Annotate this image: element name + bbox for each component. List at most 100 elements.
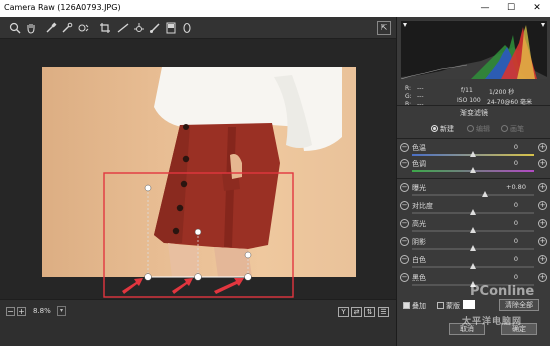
toolbar: ⇱ (0, 17, 396, 39)
slider-thumb[interactable] (469, 263, 476, 269)
decrease-icon[interactable]: − (400, 273, 409, 282)
slider-value[interactable]: 0 (497, 237, 535, 245)
slider-thumb[interactable] (469, 209, 476, 215)
slider-thumb[interactable] (469, 167, 476, 173)
mode-new-label: 新建 (440, 125, 454, 133)
increase-icon[interactable]: + (538, 143, 547, 152)
spot-removal-tool-icon[interactable] (132, 21, 146, 35)
radio-icon (467, 125, 474, 132)
hand-tool-icon[interactable] (24, 21, 38, 35)
iso-value: ISO 100 (457, 97, 481, 104)
minimize-button[interactable]: — (472, 0, 498, 17)
aperture-value: f/11 (461, 87, 473, 94)
increase-icon[interactable]: + (538, 237, 547, 246)
decrease-icon[interactable]: − (400, 255, 409, 264)
g-value: --- (417, 93, 424, 100)
overlay-annotations (103, 172, 294, 298)
white-balance-tool-icon[interactable] (44, 21, 58, 35)
graduated-filter-icon[interactable] (164, 21, 178, 35)
checkbox-icon (437, 302, 444, 309)
panel-divider (397, 138, 550, 139)
slider-highlights: − 高光 0 + (397, 219, 550, 236)
slider-thumb[interactable] (469, 227, 476, 233)
slider-label: 黑色 (412, 274, 426, 282)
mode-brush-label: 画笔 (510, 125, 524, 133)
decrease-icon[interactable]: − (400, 183, 409, 192)
zoom-dropdown-icon[interactable]: ▾ (57, 306, 66, 316)
pin-top-left (144, 184, 152, 192)
slider-thumb[interactable] (469, 151, 476, 157)
slider-thumb[interactable] (481, 191, 488, 197)
slider-value[interactable]: 0 (497, 219, 535, 227)
increase-icon[interactable]: + (538, 255, 547, 264)
slider-value[interactable]: 0 (497, 143, 535, 151)
targeted-adjustment-tool-icon[interactable] (76, 21, 90, 35)
increase-icon[interactable]: + (538, 219, 547, 228)
watermark-logo: PConline (470, 284, 535, 299)
mode-edit-label: 编辑 (476, 125, 490, 133)
decrease-icon[interactable]: − (400, 201, 409, 210)
slider-shadows: − 阴影 0 + (397, 237, 550, 254)
slider-label: 白色 (412, 256, 426, 264)
mask-color-swatch[interactable] (463, 300, 475, 309)
view-before-after-button[interactable]: Y (338, 307, 349, 317)
mode-new[interactable]: 新建 (431, 124, 454, 134)
close-button[interactable]: ✕ (524, 0, 550, 17)
decrease-icon[interactable]: − (400, 159, 409, 168)
preview-preferences-button[interactable]: ☰ (378, 307, 389, 317)
maximize-button[interactable]: ☐ (498, 0, 524, 17)
pin-top-center (194, 228, 202, 236)
slider-value[interactable]: +0.80 (497, 183, 535, 191)
red-arrows (122, 278, 244, 294)
decrease-icon[interactable]: − (400, 143, 409, 152)
image-canvas[interactable] (0, 39, 396, 299)
zoom-tool-icon[interactable] (8, 21, 22, 35)
slider-value[interactable]: 0 (497, 255, 535, 263)
mask-label: 蒙版 (446, 302, 460, 310)
increase-icon[interactable]: + (538, 273, 547, 282)
overlay-label: 叠加 (412, 302, 426, 310)
swap-settings-button[interactable]: ⇄ (351, 307, 362, 317)
slider-label: 对比度 (412, 202, 433, 210)
color-sampler-tool-icon[interactable] (60, 21, 74, 35)
mode-brush[interactable]: 画笔 (501, 124, 524, 134)
histogram-graph (400, 23, 547, 80)
slider-value[interactable]: 0 (497, 273, 535, 281)
slider-label: 色温 (412, 144, 426, 152)
status-bar: − + 8.8% ▾ Y ⇄ ⇅ ☰ (0, 299, 396, 346)
slider-value[interactable]: 0 (497, 159, 535, 167)
decrease-icon[interactable]: − (400, 219, 409, 228)
slider-value[interactable]: 0 (497, 201, 535, 209)
straighten-tool-icon[interactable] (116, 21, 130, 35)
slider-thumb[interactable] (469, 245, 476, 251)
slider-label: 高光 (412, 220, 426, 228)
pin-top-right (244, 251, 252, 259)
radio-icon (431, 125, 438, 132)
mode-edit[interactable]: 编辑 (467, 124, 490, 134)
zoom-out-button[interactable]: − (6, 307, 15, 316)
decrease-icon[interactable]: − (400, 237, 409, 246)
crop-tool-icon[interactable] (98, 21, 112, 35)
copy-settings-button[interactable]: ⇅ (364, 307, 375, 317)
increase-icon[interactable]: + (538, 201, 547, 210)
g-label: G: (405, 93, 412, 100)
slider-exposure: − 曝光 +0.80 + (397, 183, 550, 200)
watermark-text: 太平洋电脑网 (462, 317, 523, 327)
clear-all-button[interactable]: 清除全部 (499, 299, 539, 311)
increase-icon[interactable]: + (538, 183, 547, 192)
increase-icon[interactable]: + (538, 159, 547, 168)
adjustment-brush-icon[interactable] (148, 21, 162, 35)
zoom-in-button[interactable]: + (17, 307, 26, 316)
panel-divider (397, 178, 550, 179)
radio-icon (501, 125, 508, 132)
overlay-checkbox[interactable]: 叠加 (403, 301, 426, 311)
panel-divider (397, 105, 550, 106)
section-title: 渐变滤镜 (460, 109, 488, 117)
mask-checkbox[interactable]: 蒙版 (437, 301, 460, 311)
zoom-level[interactable]: 8.8% (33, 307, 51, 315)
export-button[interactable]: ⇱ (377, 21, 391, 35)
slider-track[interactable] (412, 194, 534, 196)
pin-bottom-center (194, 273, 202, 281)
slider-label: 色调 (412, 160, 426, 168)
radial-filter-icon[interactable] (180, 21, 194, 35)
